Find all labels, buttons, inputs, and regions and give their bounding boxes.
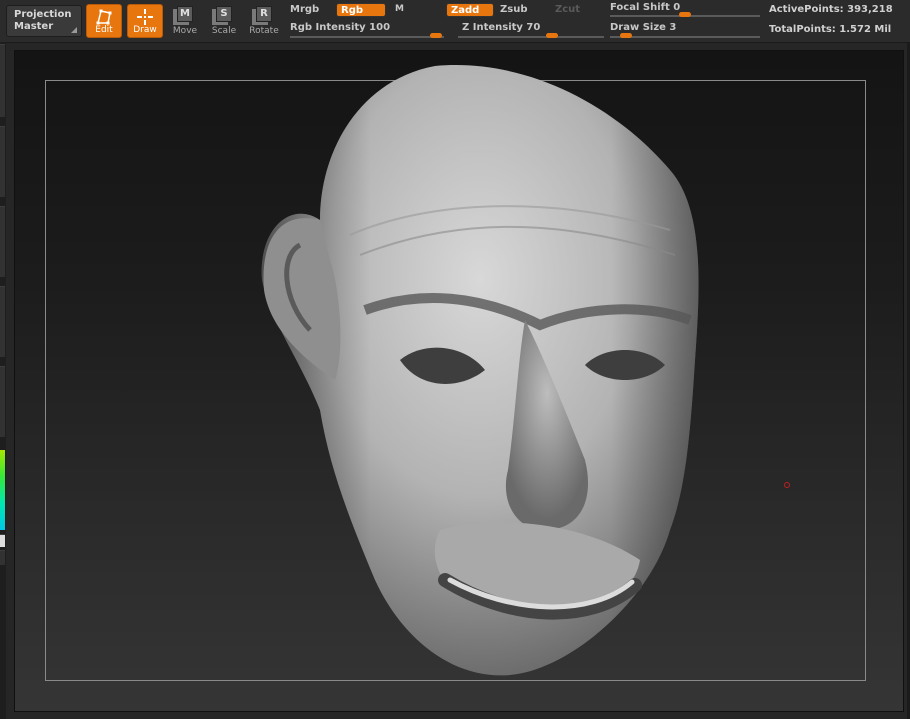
draw-icon <box>137 9 153 25</box>
sculpted-head-model[interactable] <box>250 60 710 680</box>
edit-icon <box>96 9 112 25</box>
move-button[interactable]: M Move <box>167 4 203 38</box>
focal-shift-knob[interactable] <box>679 12 691 17</box>
edit-label: Edit <box>95 25 113 35</box>
top-toolbar: Projection Master Edit Draw M Move S Sca… <box>0 0 910 43</box>
m-toggle[interactable]: M <box>395 4 404 14</box>
projection-master-label-line1: Projection <box>14 9 72 20</box>
total-points-readout: TotalPoints: 1.572 Mil <box>769 24 892 35</box>
projection-master-button[interactable]: Projection Master <box>6 5 82 37</box>
rgb-intensity-slider[interactable] <box>290 36 444 38</box>
draw-button[interactable]: Draw <box>127 4 163 38</box>
left-tray-segment[interactable] <box>0 550 5 565</box>
z-intensity-label: Z Intensity 70 <box>462 22 541 33</box>
scale-button[interactable]: S Scale <box>206 4 242 38</box>
color-swatch[interactable] <box>0 534 5 547</box>
move-label: Move <box>172 26 198 36</box>
edit-button[interactable]: Edit <box>86 4 122 38</box>
left-tray-segment[interactable] <box>0 366 5 437</box>
dropdown-corner-icon <box>71 27 77 33</box>
left-tray <box>0 42 6 719</box>
draw-label: Draw <box>133 25 157 35</box>
rotate-button[interactable]: R Rotate <box>246 4 282 38</box>
left-tray-segment[interactable] <box>0 126 5 197</box>
rgb-toggle[interactable]: Rgb <box>336 3 386 17</box>
z-intensity-slider[interactable] <box>458 36 604 38</box>
zcut-toggle[interactable]: Zcut <box>555 4 580 15</box>
rgb-intensity-label: Rgb Intensity 100 <box>290 22 391 33</box>
scale-icon: S <box>216 6 232 22</box>
scale-label: Scale <box>211 26 237 36</box>
rotate-label: Rotate <box>249 26 279 36</box>
color-picker-strip[interactable] <box>0 450 5 530</box>
draw-size-label: Draw Size 3 <box>610 22 677 33</box>
mrgb-toggle[interactable]: Mrgb <box>290 4 319 15</box>
zadd-toggle[interactable]: Zadd <box>446 3 494 17</box>
zsub-toggle[interactable]: Zsub <box>500 4 527 15</box>
active-points-readout: ActivePoints: 393,218 <box>769 4 893 15</box>
rgb-intensity-knob[interactable] <box>430 33 442 38</box>
left-tray-segment[interactable] <box>0 44 5 117</box>
left-tray-segment[interactable] <box>0 206 5 277</box>
draw-size-slider[interactable] <box>610 36 760 38</box>
brush-cursor-icon <box>784 482 790 488</box>
focal-shift-label: Focal Shift 0 <box>610 2 681 13</box>
left-tray-segment[interactable] <box>0 286 5 357</box>
move-icon: M <box>177 6 193 22</box>
rotate-icon: R <box>256 6 272 22</box>
z-intensity-knob[interactable] <box>546 33 558 38</box>
draw-size-knob[interactable] <box>620 33 632 38</box>
